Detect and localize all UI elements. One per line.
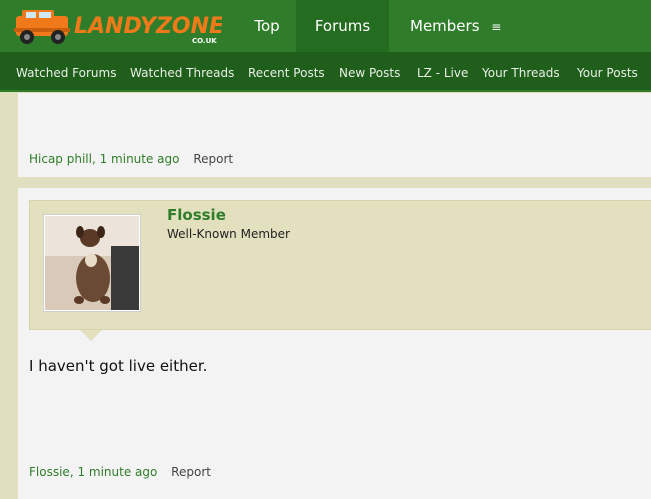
- post-time-link[interactable]: , 1 minute ago: [92, 152, 180, 166]
- post-meta: Flossie, 1 minute ago Report: [29, 465, 211, 479]
- post-item: Flossie Well-Known Member I haven't got …: [18, 188, 651, 499]
- logo-wordmark: LANDYZONE: [74, 14, 222, 39]
- tab-members-label: Members: [410, 17, 480, 35]
- tab-forums-label: Forums: [314, 17, 371, 35]
- post-time-link[interactable]: , 1 minute ago: [70, 465, 158, 479]
- sub-navigation: Watched Forums Watched Threads Recent Po…: [0, 52, 651, 92]
- dog-avatar-icon: [45, 216, 139, 310]
- menu-icon[interactable]: ≡: [491, 1, 501, 53]
- subnav-your-threads[interactable]: Your Threads: [482, 52, 560, 92]
- tab-top[interactable]: Top: [238, 0, 296, 52]
- post-message: I haven't got live either.: [29, 357, 208, 375]
- speech-arrow: [80, 330, 102, 341]
- subnav-watched-threads[interactable]: Watched Threads: [130, 52, 234, 92]
- tab-forums[interactable]: Forums: [296, 0, 389, 52]
- tab-members[interactable]: Members ≡: [398, 0, 508, 52]
- subnav-your-posts[interactable]: Your Posts: [577, 52, 638, 92]
- top-header: LANDYZONE CO.UK Top Forums Members ≡: [0, 0, 651, 52]
- report-link[interactable]: Report: [171, 465, 211, 479]
- landyzone-logo[interactable]: LANDYZONE CO.UK: [14, 4, 222, 48]
- subnav-watched-forums[interactable]: Watched Forums: [16, 52, 116, 92]
- report-link[interactable]: Report: [193, 152, 233, 166]
- logo-subtext: CO.UK: [192, 37, 217, 45]
- user-title: Well-Known Member: [167, 227, 290, 241]
- subnav-lz-live[interactable]: LZ - Live: [417, 52, 468, 92]
- landrover-icon: [14, 10, 70, 44]
- tab-top-label: Top: [254, 17, 280, 35]
- post-meta: Hicap phill, 1 minute ago Report: [29, 152, 233, 166]
- post-author-link[interactable]: Hicap phill: [29, 152, 92, 166]
- post-item: Hicap phill, 1 minute ago Report: [18, 93, 651, 177]
- avatar[interactable]: [43, 214, 141, 312]
- subnav-recent-posts[interactable]: Recent Posts: [248, 52, 325, 92]
- subnav-new-posts[interactable]: New Posts: [339, 52, 400, 92]
- username-link[interactable]: Flossie: [167, 206, 226, 224]
- post-author-link[interactable]: Flossie: [29, 465, 70, 479]
- user-info-block: Flossie Well-Known Member: [29, 200, 651, 330]
